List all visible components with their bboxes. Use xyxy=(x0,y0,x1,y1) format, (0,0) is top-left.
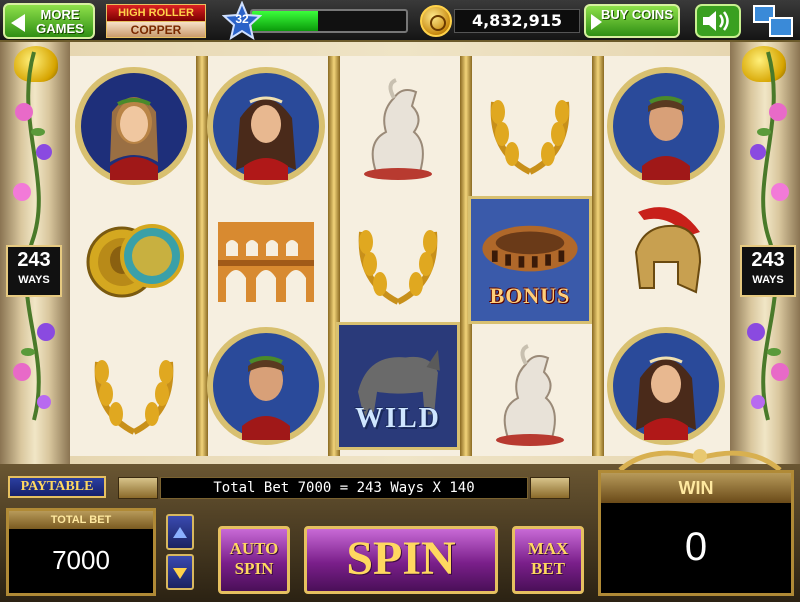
ways-label: WAYS xyxy=(752,274,784,286)
tier-level: COPPER xyxy=(106,21,206,38)
symbol-bonus-colosseum: BONUS xyxy=(468,196,592,324)
symbol-horse-statue xyxy=(468,328,592,456)
more-games-button[interactable]: MORE GAMES xyxy=(3,3,95,39)
player-level: 32 xyxy=(235,12,249,26)
win-label: WIN xyxy=(601,473,791,503)
tier-title: HIGH ROLLER xyxy=(106,4,206,21)
total-bet-value: 7000 xyxy=(52,545,110,575)
paytable-button[interactable]: PAYTABLE xyxy=(8,476,106,498)
ways-count: 243 xyxy=(17,249,51,271)
buy-arrow-icon xyxy=(591,14,602,30)
spin-button[interactable]: SPIN xyxy=(304,526,498,594)
auto-spin-button[interactable]: AUTO SPIN xyxy=(218,526,290,594)
sound-icon[interactable] xyxy=(695,4,741,38)
back-arrow-icon xyxy=(11,14,25,32)
win-value: 0 xyxy=(684,525,708,569)
symbol-laurel-wreath xyxy=(336,192,460,320)
ways-indicator-right: 243 WAYS xyxy=(740,245,796,297)
symbol-aqueduct xyxy=(204,192,328,320)
ways-label: WAYS xyxy=(18,274,50,286)
ways-count: 243 xyxy=(751,249,785,271)
symbol-horse-statue xyxy=(336,62,460,190)
symbol-centurion-helmet xyxy=(604,192,728,320)
bonus-label: BONUS xyxy=(489,283,571,308)
wild-label: WILD xyxy=(355,403,441,434)
max-bet-button[interactable]: MAX BET xyxy=(512,526,584,594)
arrow-up-icon xyxy=(173,527,187,538)
ways-indicator-left: 243 WAYS xyxy=(6,245,62,297)
symbol-laurel-wreath xyxy=(72,322,196,450)
symbol-caesar xyxy=(604,62,728,190)
symbol-laurel-wreath xyxy=(468,62,592,190)
bet-decrease-button[interactable] xyxy=(166,554,194,590)
symbol-gold-coins xyxy=(72,192,196,320)
fullscreen-icon[interactable] xyxy=(752,4,794,38)
more-games-label: MORE GAMES xyxy=(36,7,84,36)
symbol-wild-she-wolf: WILD xyxy=(336,322,460,450)
tier-badge: HIGH ROLLER COPPER xyxy=(106,4,206,38)
total-bet-label: TOTAL BET xyxy=(9,511,153,529)
symbol-roman-woman xyxy=(604,322,728,450)
buy-coins-label: BUY COINS xyxy=(601,7,673,22)
xp-progress-bar xyxy=(250,9,408,33)
arrow-down-icon xyxy=(173,568,187,579)
bet-bar-cap-left xyxy=(118,477,158,499)
symbol-empress-laurel xyxy=(72,62,196,190)
reel-divider xyxy=(592,56,604,456)
bet-summary: Total Bet 7000 = 243 Ways X 140 xyxy=(160,477,528,499)
coin-icon xyxy=(420,5,452,37)
symbol-caesar xyxy=(204,322,328,450)
bet-increase-button[interactable] xyxy=(166,514,194,550)
total-bet-display: TOTAL BET 7000 xyxy=(6,508,156,596)
buy-coins-button[interactable]: BUY COINS xyxy=(584,4,680,38)
win-display: WIN 0 xyxy=(598,470,794,596)
bet-bar-cap-right xyxy=(530,477,570,499)
flower-vine-right xyxy=(747,51,789,421)
symbol-roman-woman xyxy=(204,62,328,190)
coin-balance: 4,832,915 xyxy=(454,9,580,33)
flower-vine-left xyxy=(13,51,55,421)
